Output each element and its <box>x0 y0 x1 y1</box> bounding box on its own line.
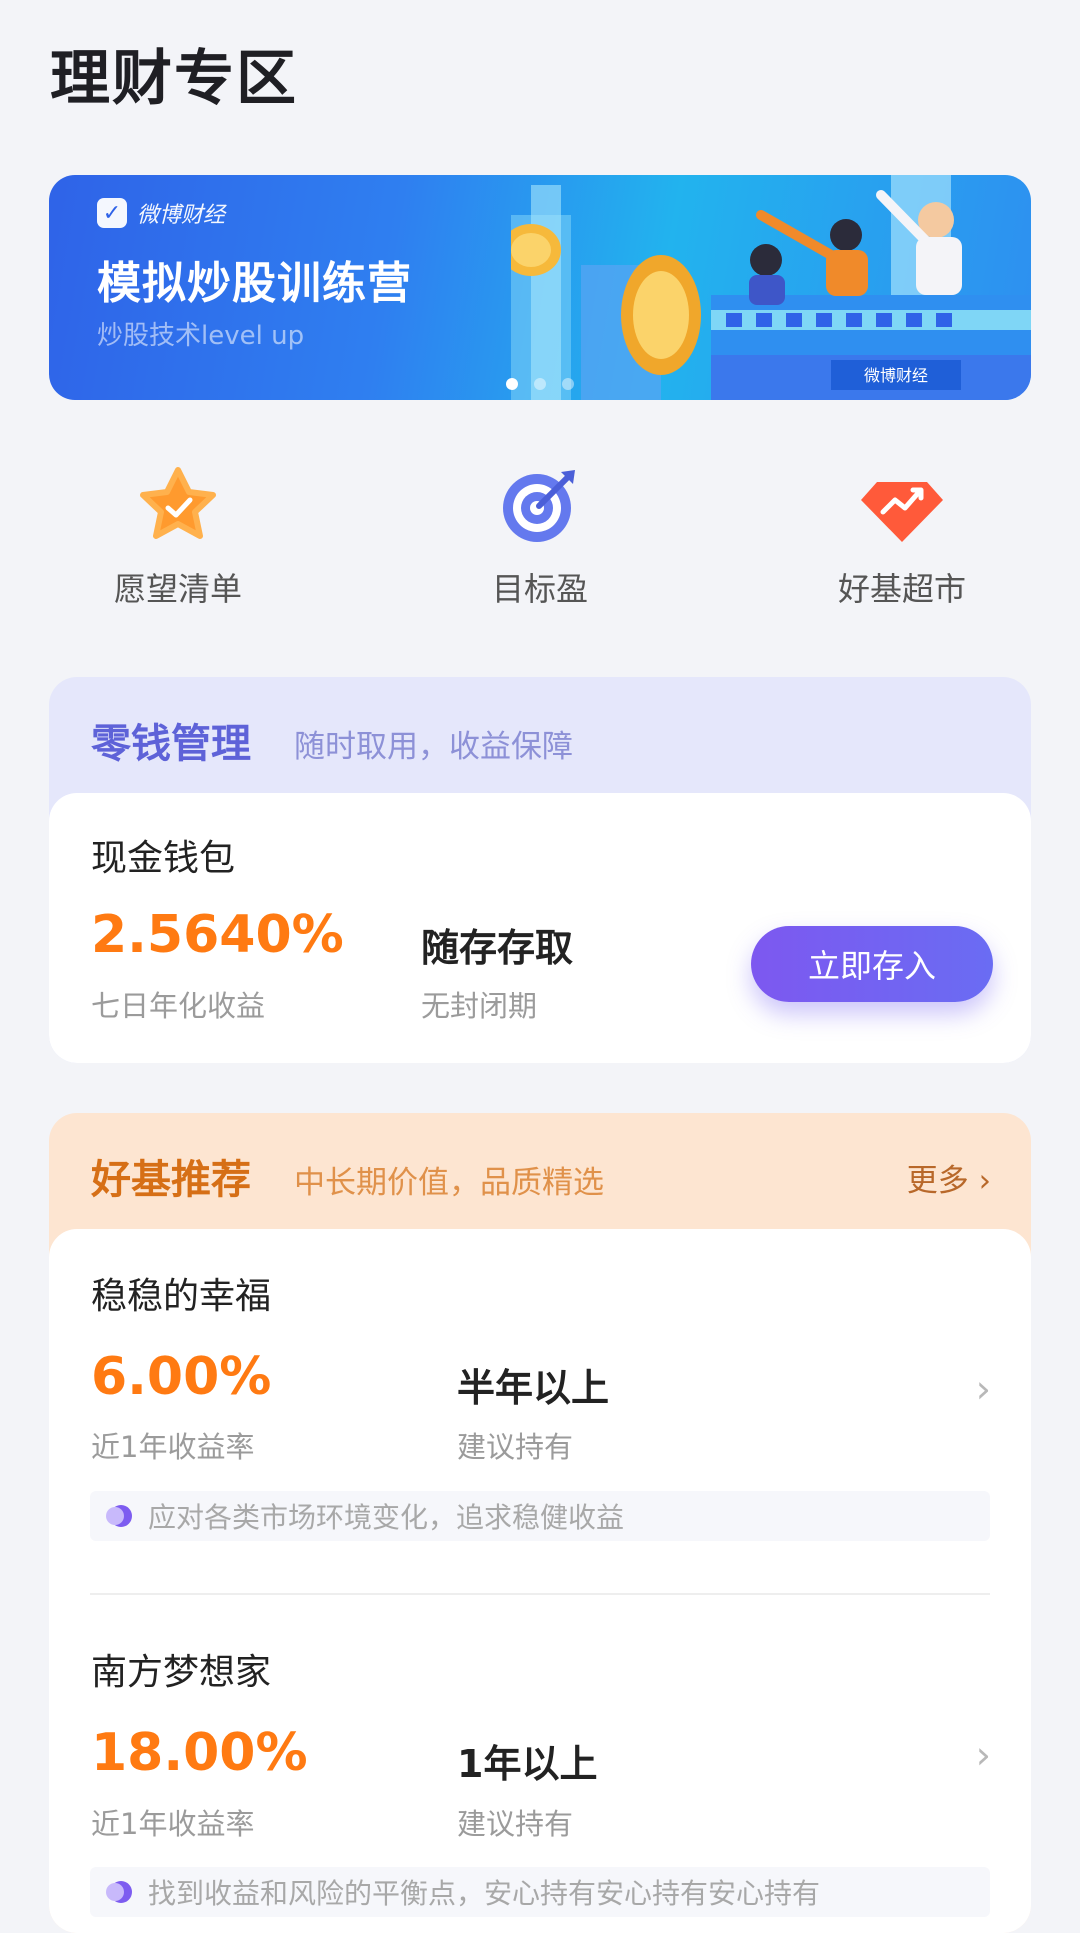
fund-rate: 18.00% <box>91 1723 308 1783</box>
fund-name: 南方梦想家 <box>91 1652 272 1693</box>
fund-list: 稳稳的幸福 6.00% 近1年收益率 半年以上 建议持有 › 应对各类市场环境变… <box>49 1229 1031 1933</box>
fund-rate-label: 近1年收益率 <box>91 1430 255 1464</box>
section-header: 好基推荐 中长期价值，品质精选 更多 › <box>49 1113 1031 1233</box>
leaf-icon <box>106 1505 132 1527</box>
product-rate-label: 七日年化收益 <box>91 989 266 1023</box>
chevron-right-icon: › <box>978 1163 991 1199</box>
fund-hold-label: 建议持有 <box>457 1807 574 1841</box>
brand-logo: ✓ 微博财经 <box>97 197 225 229</box>
leaf-icon <box>106 1881 132 1903</box>
quick-link-target[interactable]: 目标盈 <box>410 460 670 610</box>
banner-subtitle: 炒股技术level up <box>97 321 305 351</box>
product-name: 现金钱包 <box>91 838 236 879</box>
fund-name: 稳稳的幸福 <box>91 1276 272 1317</box>
section-title: 好基推荐 <box>91 1157 251 1203</box>
fund-rate: 6.00% <box>91 1347 272 1407</box>
quick-link-label: 目标盈 <box>491 570 588 608</box>
cash-wallet-card[interactable]: 现金钱包 2.5640% 七日年化收益 随存存取 无封闭期 立即存入 <box>49 793 1031 1063</box>
fund-recommend-section: 好基推荐 中长期价值，品质精选 更多 › 稳稳的幸福 6.00% 近1年收益率 … <box>49 1113 1031 1933</box>
brand-logo-icon: ✓ <box>97 198 127 228</box>
banner-dot[interactable] <box>506 378 518 390</box>
banner-pagination <box>49 378 1031 390</box>
more-link[interactable]: 更多 › <box>907 1155 991 1200</box>
fund-hold: 1年以上 <box>457 1742 598 1786</box>
fund-description: 找到收益和风险的平衡点，安心持有安心持有安心持有 <box>90 1867 990 1917</box>
section-title: 零钱管理 <box>91 721 251 767</box>
banner-dot[interactable] <box>562 378 574 390</box>
fund-description: 应对各类市场环境变化，追求稳健收益 <box>90 1491 990 1541</box>
quick-links: 愿望清单 目标盈 好基超市 <box>0 460 1080 610</box>
quick-link-label: 好基超市 <box>837 570 966 608</box>
banner-illustration: 微博财经 <box>511 175 1031 400</box>
fund-rate-label: 近1年收益率 <box>91 1807 255 1841</box>
section-subtitle: 随时取用，收益保障 <box>294 729 573 765</box>
fund-description-text: 找到收益和风险的平衡点，安心持有安心持有安心持有 <box>148 1877 821 1910</box>
promo-banner[interactable]: ✓ 微博财经 模拟炒股训练营 炒股技术level up 微博财经 <box>49 175 1031 400</box>
product-rate: 2.5640% <box>91 905 344 965</box>
fund-hold: 半年以上 <box>457 1366 610 1410</box>
banner-title: 模拟炒股训练营 <box>97 258 412 309</box>
chevron-right-icon[interactable]: › <box>976 1733 991 1777</box>
fund-hold-label: 建议持有 <box>457 1430 574 1464</box>
brand-name: 微博财经 <box>137 203 226 228</box>
deposit-now-button[interactable]: 立即存入 <box>751 926 993 1002</box>
divider <box>90 1593 990 1595</box>
product-feature-label: 无封闭期 <box>421 989 538 1023</box>
more-label: 更多 <box>906 1163 969 1199</box>
change-management-section: 零钱管理 随时取用，收益保障 现金钱包 2.5640% 七日年化收益 随存存取 … <box>49 677 1031 1063</box>
section-subtitle: 中长期价值，品质精选 <box>294 1165 604 1201</box>
fund-description-text: 应对各类市场环境变化，追求稳健收益 <box>148 1501 625 1534</box>
star-check-icon <box>140 467 216 539</box>
product-feature: 随存存取 <box>421 926 574 970</box>
page-title: 理财专区 <box>50 44 298 114</box>
section-header: 零钱管理 随时取用，收益保障 <box>49 677 1031 797</box>
quick-link-label: 愿望清单 <box>113 570 242 608</box>
banner-dot[interactable] <box>534 378 546 390</box>
quick-link-wishlist[interactable]: 愿望清单 <box>48 460 308 610</box>
diamond-trend-icon <box>861 482 943 542</box>
chevron-right-icon[interactable]: › <box>976 1367 991 1411</box>
target-icon <box>503 470 575 542</box>
quick-link-fund-market[interactable]: 好基超市 <box>772 460 1032 610</box>
